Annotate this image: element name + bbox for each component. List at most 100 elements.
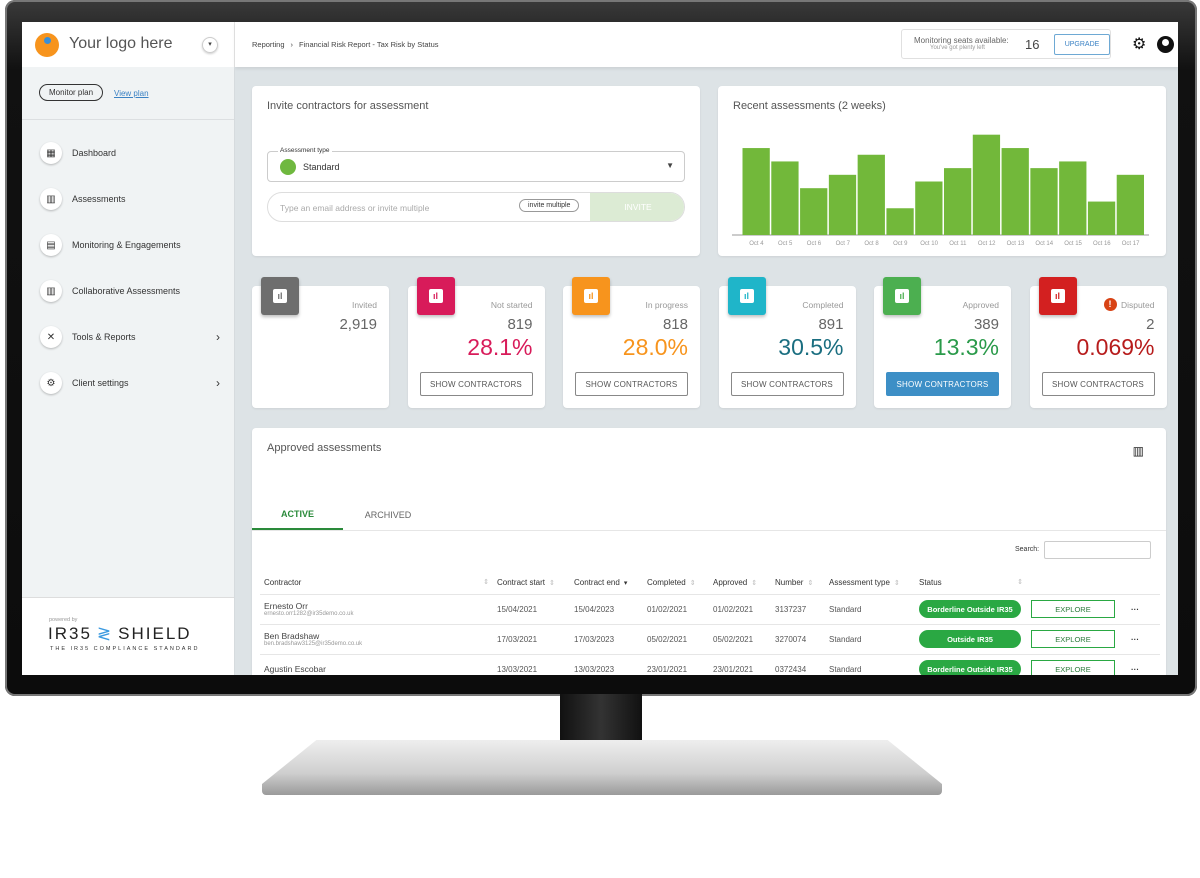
table-row[interactable]: Ben Bradshaw ben.bradshaw3125@ir35demo.co… (260, 623, 1160, 654)
x-tick-label: Oct 12 (978, 241, 996, 247)
sidebar-item-label: Dashboard (72, 148, 117, 158)
document-icon: ▤ (40, 234, 62, 256)
sort-icon: ⇕ (807, 580, 814, 588)
bar-oct-17[interactable] (1116, 174, 1144, 235)
completed-date: 05/02/2021 (643, 623, 709, 654)
account-dropdown-button[interactable]: ▾ (202, 37, 218, 53)
show-contractors-button[interactable]: SHOW CONTRACTORS (730, 372, 844, 396)
show-contractors-button[interactable]: SHOW CONTRACTORS (419, 372, 533, 396)
col-status[interactable]: Status ⇕ (915, 572, 1027, 594)
col-contract-start[interactable]: Contract start ⇕ (493, 572, 570, 594)
bar-chart-icon: ıl (261, 277, 299, 315)
approved-title: Approved assessments (267, 442, 382, 454)
user-account-icon[interactable] (1157, 36, 1174, 53)
show-contractors-button[interactable]: SHOW CONTRACTORS (1041, 372, 1155, 396)
monitor-base (262, 740, 942, 795)
col-number[interactable]: Number ⇕ (771, 572, 825, 594)
sidebar-item-client-settings[interactable]: ⚙ Client settings › (40, 372, 220, 394)
more-options-icon[interactable]: ··· (1127, 623, 1160, 654)
show-contractors-button[interactable]: SHOW CONTRACTORS (575, 372, 688, 396)
explore-button[interactable]: EXPLORE (1031, 660, 1115, 675)
monitor-neck (560, 694, 642, 744)
explore-button[interactable]: EXPLORE (1031, 600, 1115, 618)
invite-multiple-button[interactable]: invite multiple (519, 199, 580, 212)
sidebar-item-assessments[interactable]: ▥ Assessments (40, 188, 220, 210)
assessment-type-value: Standard (303, 162, 340, 172)
sidebar-item-tools-reports[interactable]: ✕ Tools & Reports › (40, 326, 220, 348)
contractor-email: ernesto.orr1282@ir35demo.co.uk (264, 611, 354, 617)
stat-count: 819 (507, 316, 533, 333)
search-input[interactable] (1044, 541, 1151, 559)
assessment-type-select[interactable]: Assessment type Standard ▼ (267, 147, 685, 182)
bar-oct-10[interactable] (915, 181, 943, 236)
contract-start: 17/03/2021 (493, 623, 570, 654)
col-contractor[interactable]: Contractor ⇕ (260, 572, 493, 594)
bar-oct-9[interactable] (886, 208, 914, 235)
bar-chart-icon: ıl (572, 277, 610, 315)
bar-chart-icon: ▥ (40, 188, 62, 210)
assessment-type-label: Assessment type (278, 147, 332, 154)
more-options-icon[interactable]: ··· (1127, 593, 1160, 624)
assessment-type: Standard (825, 623, 915, 654)
bar-oct-13[interactable] (1001, 148, 1029, 235)
explore-button[interactable]: EXPLORE (1031, 630, 1115, 648)
col-approved[interactable]: Approved ⇕ (709, 572, 771, 594)
sidebar-item-dashboard[interactable]: ▦ Dashboard (40, 142, 220, 164)
bar-oct-15[interactable] (1059, 161, 1087, 235)
sidebar-item-label: Assessments (72, 194, 126, 204)
recent-assessments-card: Recent assessments (2 weeks) Oct 4 Oct 5O… (718, 86, 1166, 256)
email-invite-field[interactable]: Type an email address or invite multiple… (267, 192, 685, 222)
sort-desc-icon: ▾ (623, 580, 628, 588)
breadcrumb: Reporting › Financial Risk Report - Tax Ri… (252, 40, 439, 49)
more-options-icon[interactable]: ··· (1127, 653, 1160, 675)
seats-label: Monitoring seats available: (914, 36, 1009, 45)
show-contractors-button[interactable]: SHOW CONTRACTORS (886, 372, 999, 396)
bar-oct-8[interactable] (857, 154, 885, 235)
sort-icon: ⇕ (751, 580, 758, 588)
powered-by-text: powered by (49, 617, 78, 623)
stat-count: 2,919 (339, 316, 377, 333)
invite-card: Invite contractors for assessment Assess… (252, 86, 700, 256)
bar-oct-5[interactable] (771, 161, 799, 235)
table-row[interactable]: Ernesto Orr ernesto.orr1282@ir35demo.co.u… (260, 593, 1160, 624)
table-row[interactable]: Agustin Escobar 13/03/2021 13/03/2023 23… (260, 653, 1160, 675)
sort-icon: ⇕ (893, 580, 900, 588)
settings-gear-icon[interactable]: ⚙ (1132, 34, 1146, 54)
sidebar-item-label: Monitoring & Engagements (72, 240, 181, 250)
divider (22, 119, 234, 120)
email-input[interactable]: Type an email address or invite multiple (280, 203, 429, 213)
completed-date: 01/02/2021 (643, 593, 709, 624)
bar-oct-4[interactable] (742, 148, 770, 235)
col-label: Contract end (574, 578, 620, 588)
assessment-number: 0372434 (771, 653, 825, 675)
sidebar-item-collaborative[interactable]: ▥ Collaborative Assessments (40, 280, 220, 302)
col-label: Number (775, 578, 804, 588)
x-tick-label: Oct 9 (893, 241, 908, 247)
col-label: Contractor (264, 578, 302, 588)
table-columns-icon[interactable]: ▥ (1133, 444, 1144, 458)
invite-button[interactable]: INVITE (590, 193, 684, 221)
sidebar-item-monitoring[interactable]: ▤ Monitoring & Engagements (40, 234, 220, 256)
col-assessment-type[interactable]: Assessment type ⇕ (825, 572, 915, 594)
tab-active[interactable]: ACTIVE (252, 503, 343, 530)
chevron-right-icon: › (290, 40, 294, 49)
bar-oct-7[interactable] (828, 174, 857, 235)
bar-oct-11[interactable] (944, 168, 972, 235)
col-contract-end[interactable]: Contract end ▾ (570, 572, 643, 594)
breadcrumb-reporting[interactable]: Reporting (252, 40, 285, 49)
chevron-right-icon: › (216, 376, 220, 390)
tab-archived[interactable]: ARCHIVED (343, 503, 433, 530)
breadcrumb-current: Financial Risk Report - Tax Risk by Stat… (299, 40, 439, 49)
powered-by-logo: powered by IR35 ≷ SHIELD THE IR35 COMPLIAN… (22, 597, 234, 675)
view-plan-link[interactable]: View plan (114, 89, 149, 98)
col-completed[interactable]: Completed ⇕ (643, 572, 709, 594)
monitor-plan-badge: Monitor plan (39, 84, 104, 101)
bar-oct-16[interactable] (1087, 201, 1116, 235)
invite-title: Invite contractors for assessment (267, 100, 429, 112)
stat-percent: 13.3% (933, 334, 999, 360)
upgrade-button[interactable]: UPGRADE (1054, 34, 1110, 55)
bar-oct-14[interactable] (1030, 168, 1058, 235)
shield-chevron-icon: ≷ (96, 624, 114, 643)
bar-oct-6[interactable] (800, 188, 828, 235)
bar-oct-12[interactable] (972, 134, 1001, 235)
